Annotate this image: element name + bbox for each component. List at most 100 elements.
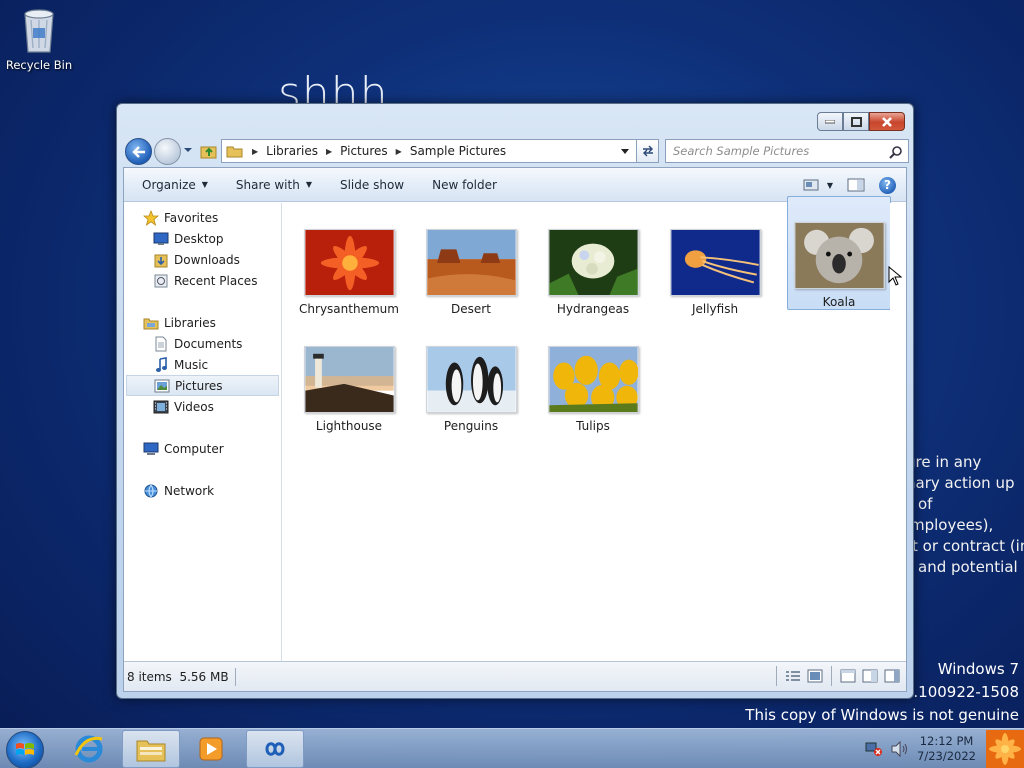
- change-view-button[interactable]: ▼: [803, 179, 833, 191]
- layout-single-button[interactable]: [838, 666, 858, 686]
- close-icon: [882, 116, 892, 127]
- wallpaper-line: ure in any: [906, 453, 982, 471]
- nav-computer[interactable]: Computer: [124, 438, 281, 459]
- chevron-down-icon: ▼: [305, 180, 312, 189]
- system-tray: 12:12 PM 7/23/2022: [865, 729, 1024, 768]
- chrysanthemum-thumbnail: [303, 229, 395, 296]
- nav-desktop[interactable]: Desktop: [124, 228, 281, 249]
- hydrangeas-thumbnail: [547, 229, 639, 296]
- file-penguins[interactable]: Penguins: [419, 320, 523, 434]
- back-button[interactable]: [125, 138, 152, 165]
- minimize-button[interactable]: [817, 112, 843, 131]
- recycle-bin[interactable]: Recycle Bin: [4, 6, 74, 72]
- file-tulips[interactable]: Tulips: [541, 320, 645, 434]
- share-with-menu[interactable]: Share with ▼: [222, 168, 326, 201]
- details-view-button[interactable]: [783, 666, 803, 686]
- wallpaper-line: of: [918, 495, 933, 513]
- start-button[interactable]: [6, 731, 44, 768]
- large-icons-view-button[interactable]: [805, 666, 825, 686]
- show-desktop-icon[interactable]: [986, 730, 1024, 768]
- layout-single-icon: [840, 669, 856, 683]
- explorer-client-area: Organize ▼ Share with ▼ Slide show New f…: [123, 167, 907, 692]
- file-hydrangeas[interactable]: Hydrangeas: [541, 203, 645, 317]
- lighthouse-thumbnail: [303, 346, 395, 413]
- star-icon: [142, 209, 159, 226]
- windows-explorer-button[interactable]: [122, 730, 180, 768]
- file-name: Penguins: [443, 419, 499, 433]
- slide-show-label: Slide show: [339, 177, 405, 192]
- nav-favorites[interactable]: Favorites: [124, 207, 281, 228]
- breadcrumb-separator: ▶: [252, 146, 259, 156]
- nav-music[interactable]: Music: [124, 354, 281, 375]
- documents-icon: [152, 335, 169, 352]
- file-name: Chrysanthemum: [299, 302, 399, 316]
- nav-label: Desktop: [174, 231, 224, 246]
- organize-menu[interactable]: Organize ▼: [124, 168, 222, 201]
- maximize-button[interactable]: [843, 112, 869, 131]
- clock[interactable]: 12:12 PM 7/23/2022: [917, 734, 976, 764]
- refresh-button[interactable]: [637, 139, 659, 163]
- recent-pages-dropdown-icon[interactable]: [183, 146, 193, 154]
- media-player-button[interactable]: [182, 730, 240, 768]
- nav-network[interactable]: Network: [124, 480, 281, 501]
- file-lighthouse[interactable]: Lighthouse: [297, 320, 401, 434]
- search-input[interactable]: Search Sample Pictures: [665, 139, 909, 163]
- nav-libraries[interactable]: Libraries: [124, 312, 281, 333]
- network-warning-icon[interactable]: [865, 741, 883, 757]
- file-chrysanthemum[interactable]: Chrysanthemum: [297, 203, 401, 317]
- file-name: Koala: [822, 295, 856, 309]
- minimize-icon: [825, 119, 835, 123]
- breadcrumb-pictures[interactable]: Pictures: [340, 144, 388, 158]
- address-bar[interactable]: ▶ Libraries ▶ Pictures ▶ Sample Pictures: [221, 139, 637, 163]
- nav-videos[interactable]: Videos: [124, 396, 281, 417]
- address-dropdown-icon[interactable]: [620, 148, 630, 156]
- nav-label: Videos: [174, 399, 214, 414]
- share-with-label: Share with: [235, 177, 300, 192]
- help-icon[interactable]: ?: [879, 176, 896, 194]
- new-folder-button[interactable]: New folder: [418, 168, 511, 201]
- breadcrumb-libraries[interactable]: Libraries: [266, 144, 318, 158]
- layout-details-button[interactable]: [882, 666, 902, 686]
- app-infinity-button[interactable]: [246, 730, 304, 768]
- nav-pictures[interactable]: Pictures: [126, 375, 279, 396]
- file-name: Desert: [451, 302, 491, 316]
- nav-label: Downloads: [174, 252, 240, 267]
- nav-label: Recent Places: [174, 273, 258, 288]
- file-koala[interactable]: Koala: [787, 196, 891, 310]
- internet-explorer-button[interactable]: [60, 730, 118, 768]
- slide-show-button[interactable]: Slide show: [326, 168, 418, 201]
- breadcrumb-sample-pictures[interactable]: Sample Pictures: [410, 144, 506, 158]
- preview-pane-icon[interactable]: [847, 178, 865, 192]
- search-icon[interactable]: [889, 145, 903, 159]
- layout-preview-button[interactable]: [860, 666, 880, 686]
- volume-icon[interactable]: [891, 741, 909, 757]
- nav-recent-places[interactable]: Recent Places: [124, 270, 281, 291]
- file-desert[interactable]: Desert: [419, 203, 523, 317]
- watermark-line: This copy of Windows is not genuine: [745, 706, 1019, 724]
- nav-documents[interactable]: Documents: [124, 333, 281, 354]
- wallpaper-paragraph: ure in any nary action up of mployees), …: [906, 452, 1024, 578]
- breadcrumb-separator: ▶: [325, 146, 333, 156]
- wallpaper-line: t or contract (in: [912, 537, 1024, 555]
- close-button[interactable]: [869, 112, 905, 131]
- chevron-down-icon: ▼: [201, 180, 208, 189]
- back-arrow-icon: [131, 145, 145, 158]
- internet-explorer-icon: [74, 735, 103, 763]
- videos-icon: [152, 398, 169, 415]
- forward-button[interactable]: [154, 138, 181, 165]
- folder-icon: [136, 740, 166, 762]
- folder-icon: [226, 146, 243, 158]
- nav-label: Computer: [164, 441, 224, 456]
- navigation-pane: Favorites Desktop Downloads Recent Place…: [124, 203, 282, 661]
- desktop-icon: [152, 230, 169, 247]
- nav-label: Network: [164, 483, 215, 498]
- nav-label: Pictures: [175, 378, 223, 393]
- file-name: Lighthouse: [315, 419, 383, 433]
- tulips-thumbnail: [547, 346, 639, 413]
- folder-up-icon[interactable]: [200, 143, 218, 160]
- maximize-icon: [850, 116, 862, 127]
- file-jellyfish[interactable]: Jellyfish: [663, 203, 767, 317]
- nav-downloads[interactable]: Downloads: [124, 249, 281, 270]
